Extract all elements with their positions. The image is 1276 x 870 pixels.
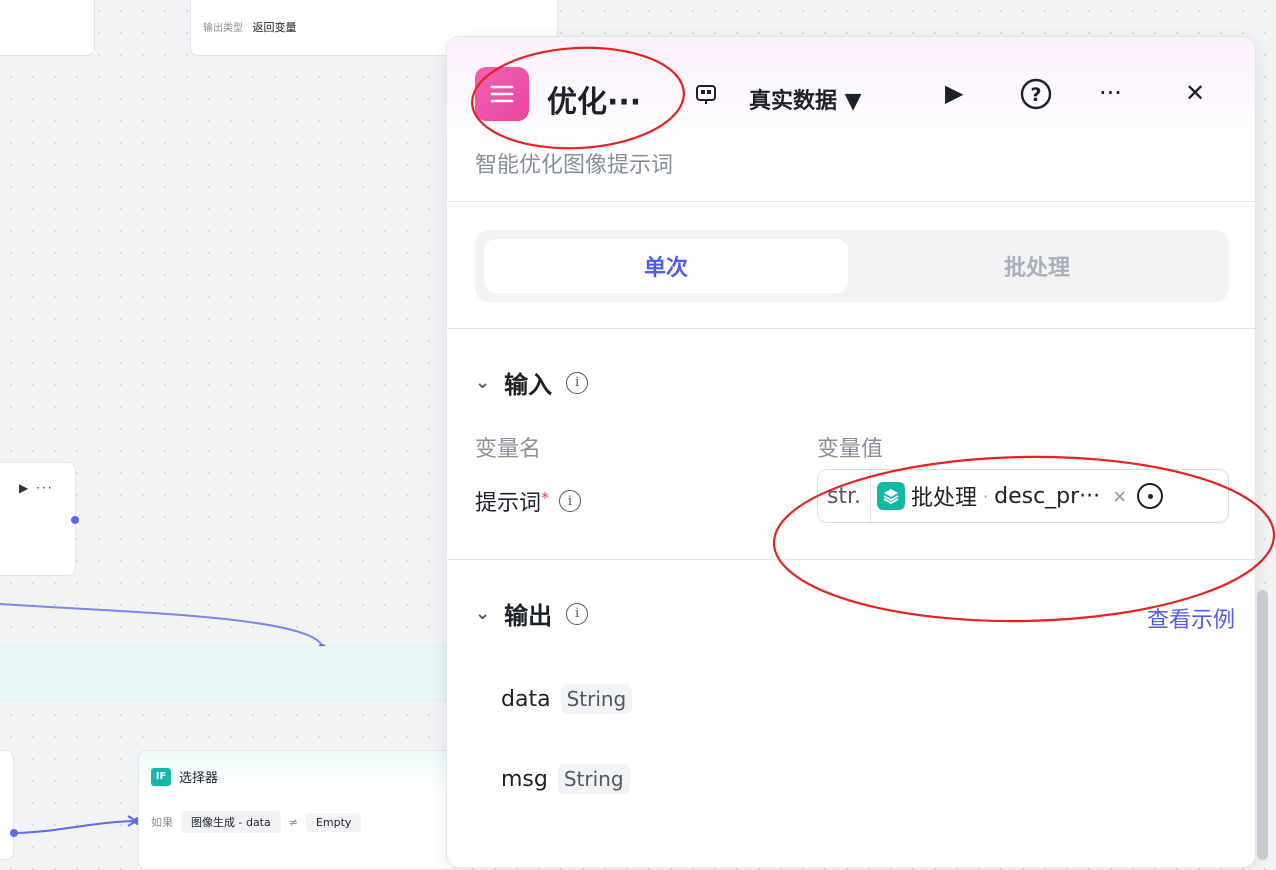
variable-reference-tag[interactable]: 批处理 · desc_pr··· × — [877, 480, 1127, 512]
condition-right-operand[interactable]: Empty — [305, 812, 362, 832]
input-section-header[interactable]: ⌄ 输入 i — [475, 365, 589, 400]
node-actions: ▶ ··· — [19, 481, 54, 495]
tab-single[interactable]: 单次 — [484, 239, 848, 293]
condition-left-operand[interactable]: 图像生成 - data — [181, 811, 281, 833]
output-field: data String — [501, 684, 633, 714]
layers-icon — [877, 482, 905, 510]
selector-node[interactable]: IF 选择器 如果 图像生成 - data ≠ Empty — [138, 750, 458, 870]
output-section-header[interactable]: ⌄ 输出 i — [475, 596, 589, 631]
input-section: ⌄ 输入 i 变量名 变量值 提示词 * i str. 批处理 · desc_p… — [447, 329, 1255, 560]
clear-icon[interactable]: × — [1112, 486, 1127, 507]
output-field-type: String — [557, 764, 630, 794]
svg-text:?: ? — [1030, 84, 1041, 106]
required-mark: * — [541, 487, 550, 507]
input-section-title: 输入 — [504, 371, 553, 399]
output-field-name: msg — [501, 766, 548, 792]
output-type-value: 返回变量 — [252, 21, 297, 34]
node-port[interactable] — [71, 516, 79, 524]
var-value-field[interactable]: str. 批处理 · desc_pr··· × — [817, 469, 1229, 523]
col-var-value: 变量值 — [817, 437, 884, 462]
chevron-down-icon[interactable]: ⌄ — [475, 372, 490, 393]
run-mode-tabs: 单次 批处理 — [475, 230, 1229, 302]
canvas-node-top-left[interactable] — [0, 0, 95, 56]
panel-scrollbar[interactable] — [1257, 590, 1268, 860]
canvas-group-band — [0, 646, 446, 700]
panel-header: 优化··· 真实数据 ▼ ▶ ? ··· ✕ 智能优化图像提示词 — [447, 37, 1255, 202]
node-more-icon[interactable]: ··· — [36, 481, 53, 495]
if-icon: IF — [151, 767, 171, 786]
ref-source: 批处理 — [911, 486, 978, 511]
panel-description: 智能优化图像提示词 — [475, 153, 674, 178]
more-icon[interactable]: ··· — [1099, 79, 1122, 107]
type-prefix[interactable]: str. — [818, 470, 871, 522]
variable-picker-icon[interactable] — [1137, 483, 1164, 509]
output-section-title: 输出 — [504, 602, 553, 630]
run-mode-area: 单次 批处理 — [447, 202, 1255, 329]
output-type-row: 输出类型 返回变量 — [203, 19, 297, 35]
node-type-icon[interactable] — [693, 81, 719, 113]
ref-separator: · — [983, 486, 989, 506]
condition-operator[interactable]: ≠ — [289, 816, 298, 829]
node-port[interactable] — [10, 829, 18, 837]
selector-header: IF 选择器 — [151, 767, 218, 786]
info-icon[interactable]: i — [559, 490, 582, 512]
close-icon[interactable]: ✕ — [1185, 79, 1205, 107]
help-icon[interactable]: ? — [1019, 77, 1053, 117]
tab-batch[interactable]: 批处理 — [855, 239, 1219, 293]
node-settings-panel: 优化··· 真实数据 ▼ ▶ ? ··· ✕ 智能优化图像提示词 单次 批处理 … — [446, 36, 1256, 868]
output-field-name: data — [501, 686, 551, 712]
output-section: ⌄ 输出 i 查看示例 data String msg String — [447, 560, 1255, 867]
selector-title: 选择器 — [179, 771, 219, 786]
play-icon[interactable]: ▶ — [945, 79, 963, 107]
output-field-type: String — [560, 684, 633, 714]
info-icon[interactable]: i — [566, 602, 589, 625]
var-name-label: 提示词 — [475, 491, 542, 516]
view-example-link[interactable]: 查看示例 — [1147, 602, 1235, 634]
output-type-label: 输出类型 — [203, 23, 243, 34]
chevron-down-icon[interactable]: ⌄ — [475, 603, 490, 624]
col-var-name: 变量名 — [475, 437, 542, 462]
var-name-prompt: 提示词 * i — [475, 485, 582, 517]
data-source-dropdown[interactable]: 真实数据 ▼ — [749, 83, 862, 115]
canvas-node-bottom-left[interactable] — [0, 750, 14, 860]
ref-variable: desc_pr··· — [994, 483, 1101, 509]
info-icon[interactable]: i — [566, 371, 589, 394]
output-field: msg String — [501, 764, 630, 794]
selector-condition: 如果 图像生成 - data ≠ Empty — [151, 811, 362, 833]
panel-title[interactable]: 优化··· — [547, 77, 641, 121]
canvas-node-mid[interactable]: ▶ ··· — [0, 462, 76, 576]
prompt-optimize-icon — [475, 67, 529, 121]
node-run-icon[interactable]: ▶ — [19, 481, 30, 495]
condition-label: 如果 — [151, 816, 173, 829]
